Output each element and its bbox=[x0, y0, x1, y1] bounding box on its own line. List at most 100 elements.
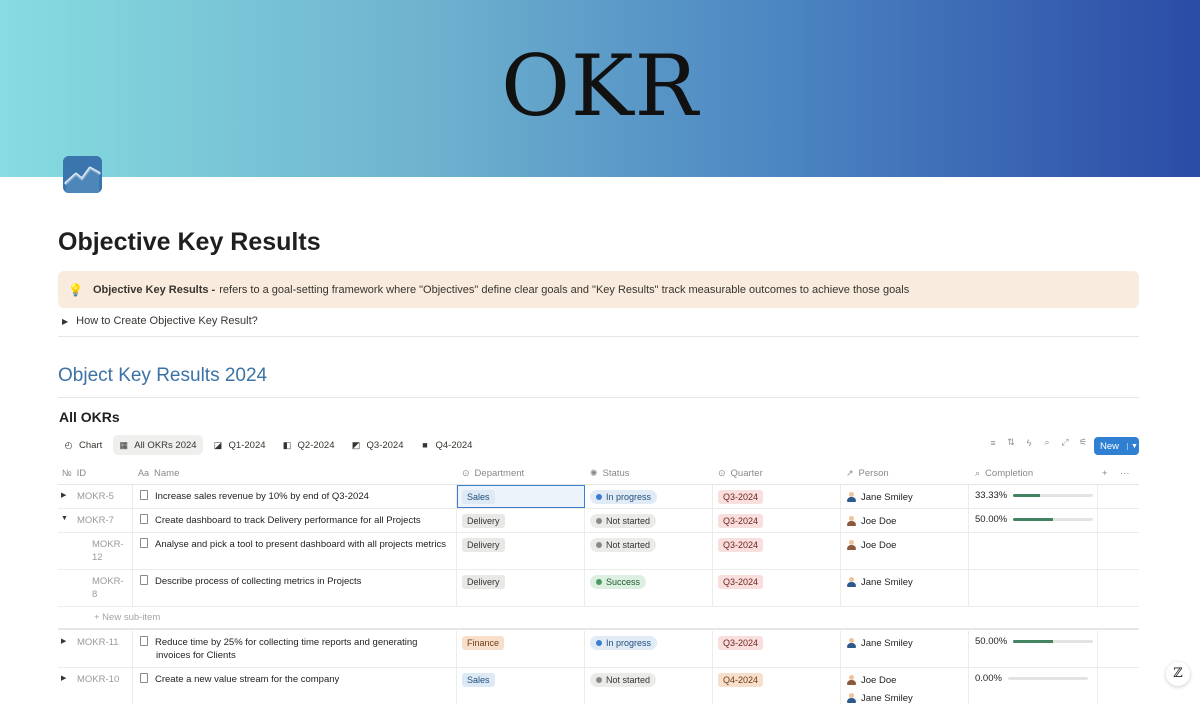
row-id-line: 12 bbox=[92, 552, 103, 563]
status-dot bbox=[596, 542, 602, 548]
status-cell[interactable]: In progress bbox=[590, 636, 658, 672]
tab-q1-2024[interactable]: ◪ Q1-2024 bbox=[208, 435, 272, 455]
chevron-down-icon[interactable]: ▼ bbox=[1127, 442, 1138, 450]
settings-icon[interactable]: ⚟ bbox=[1074, 437, 1092, 448]
tab-q2-2024[interactable]: ◧ Q2-2024 bbox=[277, 435, 341, 455]
table-row[interactable]: MOKR- 8 Describe process of collecting me… bbox=[58, 570, 1139, 607]
triangle-right-icon[interactable]: ▶ bbox=[61, 674, 66, 682]
triangle-right-icon[interactable]: ▶ bbox=[61, 637, 66, 645]
more-options-icon[interactable]: ··· bbox=[1120, 463, 1130, 483]
tab-q3-2024[interactable]: ◩ Q3-2024 bbox=[346, 435, 410, 455]
row-name-text: Reduce time by 25% for collecting time r… bbox=[155, 637, 418, 648]
status-cell[interactable]: Not started bbox=[590, 673, 657, 704]
completion: 50.00% bbox=[975, 636, 1094, 647]
row-id-line: 8 bbox=[92, 589, 98, 600]
row-name[interactable]: Describe process of collecting metrics i… bbox=[140, 575, 361, 611]
row-name[interactable]: Create a new value stream for the compan… bbox=[140, 673, 339, 704]
person-chip: Joe Doe bbox=[847, 673, 913, 687]
status-cell[interactable]: Success bbox=[590, 575, 647, 611]
new-sub-item-button[interactable]: + New sub-item bbox=[94, 612, 160, 623]
quarter-cell[interactable]: Q3-2024 bbox=[718, 575, 764, 611]
completion: 50.00% bbox=[975, 514, 1094, 525]
status-cell[interactable]: Not started bbox=[590, 538, 657, 574]
person-cell[interactable]: Joe Doe Jane Smiley bbox=[847, 673, 913, 704]
status-badge: In progress bbox=[590, 636, 658, 650]
row-name[interactable]: Reduce time by 25% for collecting time r… bbox=[140, 636, 417, 672]
sort-icon[interactable]: ⇅ bbox=[1002, 437, 1020, 448]
tab-label: Q2-2024 bbox=[297, 439, 335, 451]
board-icon: ■ bbox=[422, 439, 428, 450]
select-icon: ⊙ bbox=[718, 467, 726, 478]
tab-chart[interactable]: ◴ Chart bbox=[58, 435, 108, 455]
department-cell[interactable]: Sales bbox=[462, 673, 495, 704]
person-cell[interactable]: Jane Smiley bbox=[847, 575, 913, 611]
page-icon bbox=[140, 514, 148, 524]
completion-cell: 50.00% bbox=[975, 636, 1094, 672]
column-header-quarter[interactable]: ⊙ Quarter bbox=[718, 463, 763, 483]
column-header-status[interactable]: ✺ Status bbox=[590, 463, 629, 483]
quarter-cell[interactable]: Q4-2024 bbox=[718, 673, 764, 704]
table-row[interactable]: ▶ MOKR-10 Create a new value stream for … bbox=[58, 668, 1139, 704]
expand-icon[interactable]: ⤢ bbox=[1056, 437, 1074, 448]
triangle-right-icon[interactable]: ▶ bbox=[61, 491, 66, 499]
row-id: MOKR-11 bbox=[77, 637, 119, 648]
row-name-text: Analyse and pick a tool to present dashb… bbox=[155, 539, 446, 550]
automation-icon[interactable]: ϟ bbox=[1020, 438, 1038, 448]
row-id: MOKR- 12 bbox=[92, 538, 124, 574]
quarter-cell[interactable]: Q3-2024 bbox=[718, 636, 764, 672]
select-icon: ⊙ bbox=[462, 467, 470, 478]
person-name: Jane Smiley bbox=[861, 637, 913, 649]
department-tag: Delivery bbox=[462, 575, 505, 589]
search-icon[interactable]: ⌕ bbox=[1038, 437, 1056, 448]
divider bbox=[58, 336, 1139, 337]
help-badge-icon[interactable]: ℤ bbox=[1166, 662, 1190, 686]
column-header-person[interactable]: ↗ Person bbox=[846, 463, 889, 483]
department-cell[interactable]: Delivery bbox=[462, 538, 505, 574]
relation-arrow-icon: ↗ bbox=[846, 467, 854, 478]
column-header-id[interactable]: № ID bbox=[62, 463, 86, 483]
completion-cell: 0.00% bbox=[975, 673, 1088, 704]
avatar bbox=[847, 675, 856, 685]
new-button[interactable]: New ▼ bbox=[1094, 437, 1139, 455]
column-label: Person bbox=[858, 467, 889, 479]
toggle-how-to[interactable]: ▶ How to Create Objective Key Result? bbox=[62, 315, 258, 327]
filter-icon[interactable]: ≡ bbox=[984, 438, 1002, 448]
callout-bold: Objective Key Results - bbox=[92, 283, 216, 296]
column-header-name[interactable]: Aa Name bbox=[138, 463, 179, 483]
add-column-icon[interactable]: + bbox=[1102, 463, 1108, 483]
callout: 💡 Objective Key Results - refers to a go… bbox=[58, 271, 1139, 308]
chart-trend-icon[interactable] bbox=[63, 156, 102, 193]
person-cell[interactable]: Jane Smiley bbox=[847, 636, 913, 672]
status-label: Not started bbox=[606, 540, 651, 550]
tab-all-okrs-2024[interactable]: ▦ All OKRs 2024 bbox=[113, 435, 203, 455]
department-cell[interactable]: Finance bbox=[462, 636, 505, 672]
column-label: Department bbox=[474, 467, 525, 479]
table-row[interactable]: ▶ MOKR-5 Increase sales revenue by 10% b… bbox=[58, 485, 1139, 509]
avatar bbox=[847, 577, 856, 587]
person-chip: Jane Smiley bbox=[847, 490, 913, 504]
row-name[interactable]: Analyse and pick a tool to present dashb… bbox=[140, 538, 446, 574]
person-name: Jane Smiley bbox=[861, 491, 913, 503]
person-cell[interactable]: Joe Doe bbox=[847, 538, 896, 574]
triangle-right-icon[interactable]: ▶ bbox=[62, 317, 68, 326]
page-icon bbox=[140, 575, 148, 585]
department-cell[interactable]: Delivery bbox=[462, 575, 505, 611]
table-row[interactable]: ▶ MOKR-11 Reduce time by 25% for collect… bbox=[58, 631, 1139, 668]
status-badge: Not started bbox=[590, 538, 657, 552]
page-icon bbox=[140, 673, 148, 683]
status-label: Success bbox=[606, 577, 641, 587]
column-header-department[interactable]: ⊙ Department bbox=[462, 463, 524, 483]
table-row[interactable]: ▼ MOKR-7 Create dashboard to track Deliv… bbox=[58, 509, 1139, 533]
database-title[interactable]: All OKRs bbox=[59, 409, 120, 425]
avatar bbox=[847, 492, 856, 502]
tab-q4-2024[interactable]: ■ Q4-2024 bbox=[415, 435, 479, 455]
triangle-down-icon[interactable]: ▼ bbox=[61, 515, 68, 522]
table-row[interactable]: MOKR- 12 Analyse and pick a tool to prese… bbox=[58, 533, 1139, 570]
view-tabs: ◴ Chart ▦ All OKRs 2024 ◪ Q1-2024 ◧ Q2-2024 … bbox=[58, 435, 483, 455]
status-dot bbox=[596, 677, 602, 683]
progress-bar bbox=[1013, 640, 1094, 643]
quarter-cell[interactable]: Q3-2024 bbox=[718, 538, 764, 574]
lightbulb-icon: 💡 bbox=[68, 282, 83, 297]
column-header-completion[interactable]: ⌕ Completion bbox=[975, 463, 1033, 483]
board-icon: ◧ bbox=[282, 439, 292, 450]
